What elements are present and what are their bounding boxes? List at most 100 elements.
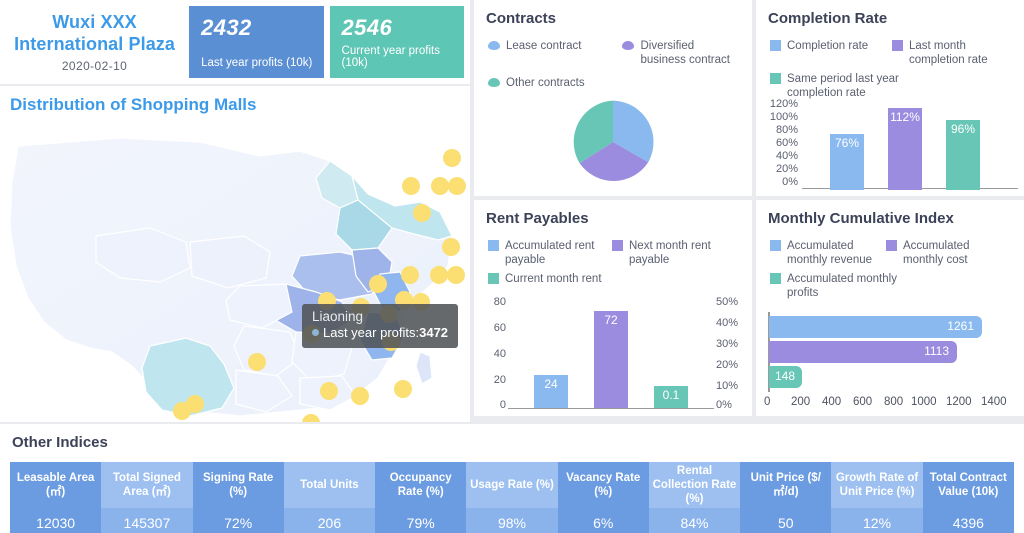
legend-label: Completion rate	[787, 40, 869, 52]
legend-item-other-contracts[interactable]: Other contracts	[488, 76, 623, 90]
legend-item-lease-contract[interactable]: Lease contract	[488, 39, 622, 67]
y-tick-120: 120%	[769, 98, 798, 110]
completion-rate-chart[interactable]: 120% 100% 80% 60% 40% 20% 0% 76% 112% 96…	[756, 98, 1024, 190]
y2-tick-40: 40%	[716, 317, 739, 329]
bar-same-period-last-year-completion-rate[interactable]: 96%	[946, 102, 980, 190]
col-header-signing-rate[interactable]: Signing Rate (%)	[192, 462, 284, 508]
report-date: 2020-02-10	[61, 59, 128, 73]
bar-value-label: 0.1	[662, 388, 680, 402]
legend-swatch-icon	[770, 73, 781, 84]
bar-accumulated-rent-payable[interactable]: 24	[534, 298, 568, 408]
bar-last-month-completion-rate[interactable]: 112%	[888, 102, 922, 190]
cell-signing-rate: 72%	[192, 508, 284, 533]
rent-payables-chart[interactable]: 80 60 40 20 0 50% 40% 30% 20% 10% 0% 24 …	[474, 296, 752, 411]
cell-rental-collection-rate: 84%	[648, 508, 741, 533]
legend-label: Accumulated rent payable	[505, 240, 595, 266]
contracts-legend: Lease contract Diversified business cont…	[474, 27, 752, 90]
x-axis-line	[508, 408, 714, 409]
legend-item-same-period-last-year-completion-rate[interactable]: Same period last year completion rate	[770, 72, 900, 100]
legend-swatch-icon	[488, 273, 499, 284]
contracts-pie-wrap	[474, 96, 752, 196]
col-header-rental-collection-rate[interactable]: Rental Collection Rate (%)	[648, 462, 741, 508]
legend-label: Accumulated monthly cost	[903, 240, 970, 266]
kpi-last-year-profits[interactable]: 2432 Last year profits (10k)	[189, 6, 324, 78]
tooltip-metric: Last year profits:3472	[312, 325, 448, 341]
y2-tick-0: 0%	[716, 399, 732, 411]
legend-item-completion-rate[interactable]: Completion rate	[770, 39, 892, 67]
map-card: Distribution of Shopping Malls Liaoning …	[0, 86, 470, 422]
col-header-total-signed-area[interactable]: Total Signed Area (㎡)	[101, 462, 193, 508]
legend-item-diversified-business-contract[interactable]: Diversified business contract	[622, 39, 742, 67]
legend-label: Same period last year completion rate	[787, 73, 899, 99]
cell-growth-rate-of-unit-price: 12%	[831, 508, 923, 533]
y2-tick-50: 50%	[716, 296, 739, 308]
legend-item-next-month-rent-payable[interactable]: Next month rent payable	[612, 239, 732, 267]
contracts-pie-chart[interactable]	[569, 98, 657, 186]
legend-item-current-month-rent[interactable]: Current month rent	[488, 272, 628, 286]
china-map[interactable]: Liaoning Last year profits:3472	[0, 116, 470, 422]
other-indices-card: Other Indices Leasable Area (㎡) Total Si…	[0, 424, 1024, 533]
x-tick-1000: 1000	[911, 396, 937, 408]
legend-item-accumulated-monthly-revenue[interactable]: Accumulated monthly revenue	[770, 239, 886, 267]
col-header-growth-rate-of-unit-price[interactable]: Growth Rate of Unit Price (%)	[831, 462, 923, 508]
legend-item-accumulated-rent-payable[interactable]: Accumulated rent payable	[488, 239, 612, 267]
x-tick-0: 0	[764, 396, 771, 408]
cell-total-contract-value: 4396	[922, 508, 1014, 533]
bar-completion-rate[interactable]: 76%	[830, 102, 864, 190]
x-tick-1400: 1400	[981, 396, 1007, 408]
kpi-value: 2432	[201, 15, 252, 40]
y-tick-60: 60	[493, 322, 506, 334]
col-header-usage-rate[interactable]: Usage Rate (%)	[466, 462, 558, 508]
col-header-leasable-area[interactable]: Leasable Area (㎡)	[10, 462, 102, 508]
y-tick-0: 0%	[782, 176, 798, 188]
china-map-svg[interactable]	[0, 116, 470, 422]
col-header-vacancy-rate[interactable]: Vacancy Rate (%)	[557, 462, 649, 508]
y-tick-20: 20	[493, 374, 506, 386]
y-tick-100: 100%	[769, 111, 798, 123]
x-tick-800: 800	[884, 396, 904, 408]
col-header-total-units[interactable]: Total Units	[283, 462, 376, 508]
bar-next-month-rent-payable[interactable]: 72	[594, 298, 628, 408]
legend-item-last-month-completion-rate[interactable]: Last month completion rate	[892, 39, 1012, 67]
legend-swatch-icon	[770, 40, 781, 51]
y-tick-80: 80	[493, 296, 506, 308]
tooltip-metric-value: 3472	[419, 325, 449, 340]
map-title: Distribution of Shopping Malls	[10, 95, 257, 114]
tooltip-region: Liaoning	[312, 309, 364, 324]
legend-item-accumulated-monthly-profits[interactable]: Accumulated monthly profits	[770, 272, 900, 300]
col-header-total-contract-value[interactable]: Total Contract Value (10k)	[922, 462, 1014, 508]
plaza-name-line2: International Plaza	[14, 34, 176, 54]
bar-accumulated-monthly-profits[interactable]: 148	[769, 366, 802, 388]
bar-value-label: 24	[544, 377, 558, 391]
kpi-current-year-profits[interactable]: 2546 Current year profits (10k)	[329, 6, 464, 78]
legend-item-accumulated-monthly-cost[interactable]: Accumulated monthly cost	[886, 239, 1002, 267]
legend-label: Current month rent	[505, 273, 602, 285]
legend-swatch-icon	[488, 41, 500, 50]
y-tick-80: 80%	[775, 124, 798, 136]
dashboard-root: Wuxi XXX International Plaza 2020-02-10 …	[0, 0, 1024, 533]
bar-accumulated-monthly-revenue[interactable]: 1261	[769, 316, 982, 338]
y2-tick-10: 10%	[716, 380, 739, 392]
plaza-identity: Wuxi XXX International Plaza 2020-02-10	[6, 11, 183, 73]
cell-unit-price: 50	[740, 508, 832, 533]
kpi-value: 2546	[341, 15, 393, 40]
bar-value-label: 112%	[890, 110, 920, 124]
y-tick-40: 40%	[775, 150, 798, 162]
bar-value-label: 72	[604, 313, 618, 327]
other-indices-title: Other Indices	[12, 434, 108, 451]
legend-swatch-icon	[892, 40, 903, 51]
legend-label: Accumulated monthly revenue	[787, 240, 873, 266]
bar-value-label: 1261	[947, 319, 974, 333]
legend-label: Last month completion rate	[909, 40, 988, 66]
completion-rate-title: Completion Rate	[768, 10, 888, 27]
header-card: Wuxi XXX International Plaza 2020-02-10 …	[0, 0, 470, 84]
y-tick-20: 20%	[775, 163, 798, 175]
bar-accumulated-monthly-cost[interactable]: 1113	[769, 341, 957, 363]
col-header-unit-price[interactable]: Unit Price ($/㎡/d)	[740, 462, 832, 508]
bar-current-month-rent[interactable]: 0.1	[654, 298, 688, 408]
col-header-occupancy-rate[interactable]: Occupancy Rate (%)	[375, 462, 467, 508]
monthly-cumulative-index-legend: Accumulated monthly revenue Accumulated …	[756, 227, 1024, 300]
contracts-title: Contracts	[486, 10, 557, 27]
x-tick-600: 600	[853, 396, 873, 408]
monthly-cumulative-index-chart[interactable]: 1261 1113 148 0 200 400 600 800 1000 120…	[756, 312, 1024, 412]
